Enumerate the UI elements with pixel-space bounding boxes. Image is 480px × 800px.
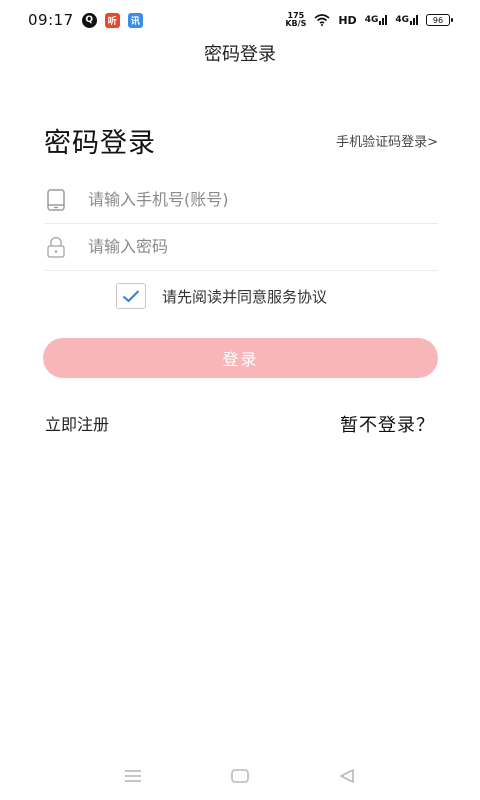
agreement-checkbox[interactable] [116, 283, 146, 309]
menu-icon[interactable] [118, 761, 148, 791]
qq-app-icon: Q [81, 12, 97, 28]
heading-row: 密码登录 手机验证码登录> [44, 120, 438, 160]
login-heading: 密码登录 [44, 127, 156, 159]
signal-1-label: 4G [364, 15, 379, 25]
signal-bars-icon [410, 15, 418, 25]
signal-2: 4G [395, 15, 418, 25]
signal-1: 4G [365, 15, 388, 25]
battery-icon: 96 [426, 14, 453, 26]
system-nav-bar [0, 752, 480, 800]
phone-icon [44, 188, 68, 212]
status-time: 09:17 [28, 11, 74, 29]
network-speed: 175 KB/S [285, 12, 306, 28]
news-badge-label: 讯 [130, 16, 140, 27]
agreement-row: 请先阅读并同意服务协议 [116, 282, 327, 310]
phone-input[interactable] [88, 179, 438, 220]
back-icon[interactable] [332, 761, 362, 791]
news-app-icon: 讯 [127, 12, 143, 28]
home-icon[interactable] [225, 761, 255, 791]
login-screen: 09:17 Q 听 讯 175 KB/S HD 4G 4G 96 密码登录 密码… [0, 0, 480, 800]
status-bar-right: 175 KB/S HD 4G 4G 96 [285, 12, 453, 28]
signal-bars-icon [379, 15, 388, 25]
login-button[interactable]: 登录 [43, 338, 438, 378]
listen-app-icon: 听 [104, 12, 120, 28]
network-speed-unit: KB/S [285, 19, 307, 28]
status-bar: 09:17 Q 听 讯 175 KB/S HD 4G 4G 96 [0, 0, 480, 40]
page-title: 密码登录 [204, 44, 276, 65]
signal-2-label: 4G [395, 15, 409, 25]
skip-login-link[interactable]: 暂不登录？ [340, 411, 435, 437]
phone-field-row [44, 176, 438, 224]
checkmark-icon [122, 290, 140, 303]
register-link[interactable]: 立即注册 [45, 411, 109, 435]
password-field-row [44, 223, 438, 271]
battery-level: 96 [432, 15, 444, 25]
qq-badge-label: Q [85, 15, 94, 25]
agreement-text[interactable]: 请先阅读并同意服务协议 [162, 286, 327, 307]
status-bar-left: 09:17 Q 听 讯 [28, 11, 143, 29]
sms-login-link[interactable]: 手机验证码登录> [336, 131, 438, 150]
hd-indicator: HD [338, 13, 357, 27]
password-input[interactable] [88, 226, 438, 267]
listen-badge-label: 听 [107, 16, 117, 27]
wifi-icon [314, 14, 330, 26]
lock-icon [44, 235, 68, 259]
